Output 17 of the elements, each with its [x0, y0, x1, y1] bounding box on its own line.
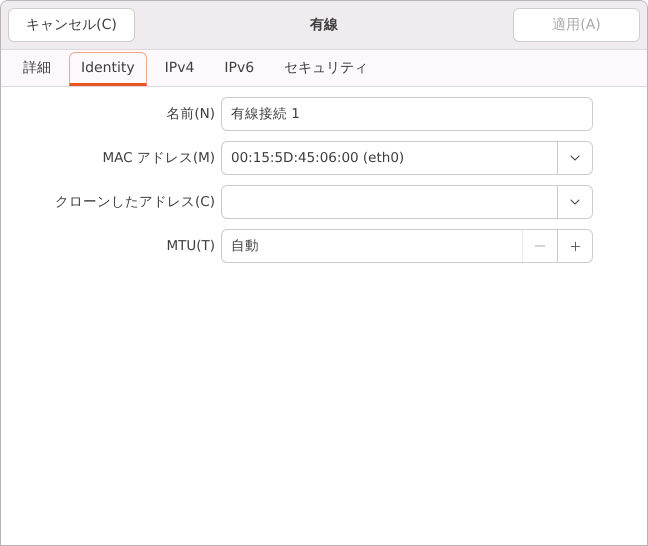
tab[interactable]: セキュリティ: [272, 52, 380, 86]
window-title: 有線: [310, 16, 338, 34]
field-label: クローンしたアドレス(C): [54, 192, 216, 212]
combo-field[interactable]: [221, 185, 593, 219]
field-label: 名前(N): [165, 104, 216, 124]
cancel-button[interactable]: キャンセル(C): [8, 8, 135, 42]
field-label: MTU(T): [165, 236, 216, 256]
minus-icon: [535, 245, 545, 247]
name-field[interactable]: 有線接続 1: [221, 97, 593, 131]
tab[interactable]: IPv4: [152, 52, 206, 86]
combo-value: 00:15:5D:45:06:00 (eth0): [231, 148, 404, 168]
combo-field[interactable]: 00:15:5D:45:06:00 (eth0): [221, 141, 593, 175]
tab[interactable]: 詳細: [11, 52, 63, 86]
tab[interactable]: IPv6: [212, 52, 266, 86]
spin-value: 自動: [231, 236, 259, 256]
field-label: MAC アドレス(M): [101, 148, 216, 168]
mtu-spin-field[interactable]: 自動: [221, 229, 593, 263]
